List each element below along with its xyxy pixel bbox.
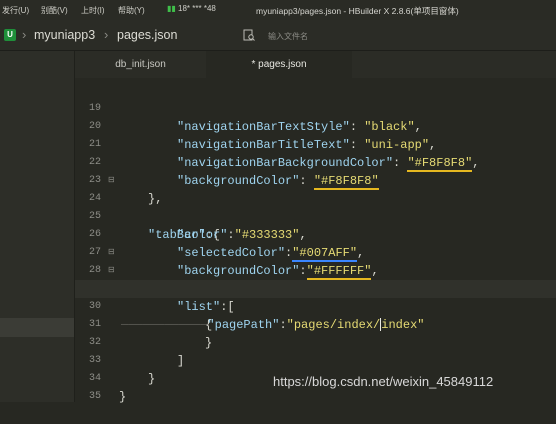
signal-icon: ▮▮ — [167, 4, 179, 13]
code-line: 23 }, — [75, 154, 556, 206]
code-line: 22 "backgroundColor": "#F8F8F8" — [75, 136, 556, 190]
code-text: } — [119, 390, 127, 404]
menu-item-publish[interactable]: 发行(U) — [2, 5, 29, 16]
code-line: 31 } — [75, 298, 556, 350]
chevron-right-icon: › — [22, 27, 27, 42]
line-number: 35 — [88, 391, 101, 402]
code-line: 20 "navigationBarTitleText": "uni-app", — [75, 100, 556, 152]
fold-toggle-icon[interactable]: ⊟ — [108, 244, 115, 262]
menu-item-view[interactable]: 别酷(V) — [41, 5, 68, 16]
file-search-icon[interactable] — [243, 29, 255, 41]
tab-pages-json[interactable]: * pages.json — [206, 51, 352, 78]
code-line: 29 ⊟ { — [75, 262, 556, 332]
file-search-input[interactable] — [266, 27, 450, 45]
code-line: 32 ] — [75, 316, 556, 368]
code-line: 28 ⊟ "list":[ — [75, 244, 556, 314]
project-sidebar[interactable] — [0, 51, 75, 402]
sidebar-selected-row[interactable] — [0, 318, 74, 337]
menu-bar: 发行(U) 别酷(V) 上时(I) 帮助(Y) ▮▮ 18* *** *48 m… — [0, 0, 556, 20]
breadcrumb: U › myuniapp3 › pages.json — [0, 20, 556, 51]
code-line: 25 "color":"#333333", — [75, 190, 556, 242]
code-line: 33 } — [75, 334, 556, 386]
status-indicator: ▮▮ 18* *** *48 — [167, 4, 216, 13]
uniapp-logo-icon: U — [4, 29, 16, 41]
tab-db-init-json[interactable]: db_init.json — [75, 51, 206, 78]
code-line: 19 "navigationBarTextStyle": "black", — [75, 82, 556, 134]
code-editor[interactable]: 19 "navigationBarTextStyle": "black", 20… — [75, 78, 556, 404]
chevron-right-icon: › — [104, 27, 109, 42]
code-line: 24 ⊟ "tabBar":{ — [75, 172, 556, 242]
code-line: 26 "selectedColor":"#007AFF", — [75, 208, 556, 262]
menu-item-tools[interactable]: 上时(I) — [81, 5, 105, 16]
watermark-text: https://blog.csdn.net/weixin_45849112 — [273, 374, 494, 389]
fold-toggle-icon[interactable]: ⊟ — [108, 172, 115, 190]
breadcrumb-file[interactable]: pages.json — [117, 28, 177, 42]
window-title: myuniapp3/pages.json - HBuilder X 2.8.6(… — [256, 6, 459, 16]
status-text: 18* *** *48 — [178, 4, 216, 13]
fold-toggle-icon[interactable]: ⊟ — [108, 262, 115, 280]
menu-item-help[interactable]: 帮助(Y) — [118, 5, 145, 16]
code-line: 27 "backgroundColor":"#FFFFFF", — [75, 226, 556, 280]
code-line: 21 "navigationBarBackgroundColor": "#F8F… — [75, 118, 556, 172]
breadcrumb-project[interactable]: myuniapp3 — [34, 28, 95, 42]
editor-tabs: db_init.json * pages.json — [75, 51, 556, 78]
code-line-current: 30 ────────────"pagePath":"pages/index/i… — [75, 280, 556, 332]
code-line: 34 } — [75, 352, 556, 404]
